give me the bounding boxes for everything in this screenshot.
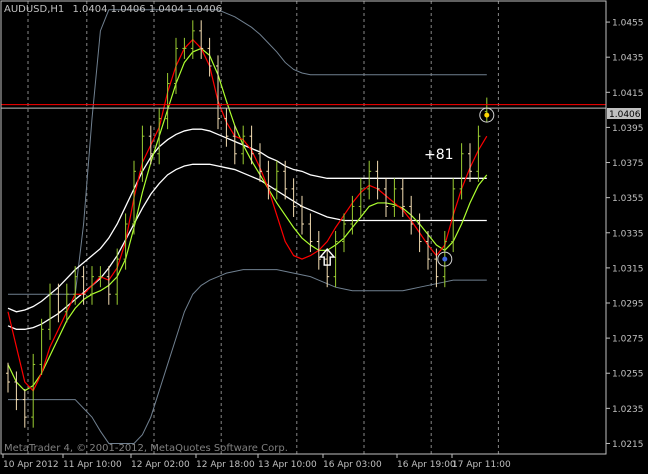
price-tick-label: 1.0215 bbox=[612, 440, 644, 450]
price-tick-label: 1.0455 bbox=[612, 19, 644, 29]
price-tick-label: 1.0415 bbox=[612, 89, 644, 99]
price-tick-label: 1.0335 bbox=[612, 229, 644, 239]
time-tick-label: 16 Apr 03:00 bbox=[323, 460, 382, 470]
time-tick-label: 16 Apr 19:00 bbox=[397, 460, 456, 470]
profit-annotation: +81 bbox=[424, 147, 454, 163]
current-price-label: 1.0406 bbox=[609, 110, 641, 120]
chart-background bbox=[0, 0, 648, 474]
symbol-timeframe: AUDUSD,H1 bbox=[4, 4, 64, 15]
chart-canvas[interactable]: 1.0455 1.0435 1.0415 1.0395 1.0375 1.0355 1.03… bbox=[0, 0, 648, 474]
watermark: MetaTrader 4, © 2001-2012, MetaQuotes So… bbox=[4, 443, 288, 454]
marker-dot bbox=[484, 112, 490, 118]
price-tick-label: 1.0295 bbox=[612, 300, 644, 310]
price-tick-label: 1.0255 bbox=[612, 370, 644, 380]
time-tick-label: 12 Apr 18:00 bbox=[196, 460, 255, 470]
time-tick-label: 13 Apr 10:00 bbox=[258, 460, 317, 470]
price-tick-label: 1.0395 bbox=[612, 124, 644, 134]
price-tick-label: 1.0235 bbox=[612, 405, 644, 415]
price-tick-label: 1.0435 bbox=[612, 54, 644, 64]
ohlc-values: 1.0404 1.0406 1.0404 1.0406 bbox=[72, 4, 222, 15]
price-chart[interactable]: 1.0455 1.0435 1.0415 1.0395 1.0375 1.0355 1.03… bbox=[0, 0, 648, 474]
marker-dot bbox=[442, 256, 448, 262]
time-tick-label: 17 Apr 11:00 bbox=[452, 460, 511, 470]
price-tick-label: 1.0275 bbox=[612, 335, 644, 345]
symbol-header: AUDUSD,H1 1.0404 1.0406 1.0404 1.0406 bbox=[4, 4, 222, 15]
time-tick-label: 11 Apr 10:00 bbox=[63, 460, 122, 470]
price-tick-label: 1.0375 bbox=[612, 159, 644, 169]
price-tick-label: 1.0355 bbox=[612, 194, 644, 204]
current-price-tag: 1.0406 bbox=[607, 108, 641, 120]
time-tick-label: 10 Apr 2012 bbox=[3, 460, 59, 470]
time-tick-label: 12 Apr 02:00 bbox=[131, 460, 190, 470]
price-tick-label: 1.0315 bbox=[612, 264, 644, 274]
